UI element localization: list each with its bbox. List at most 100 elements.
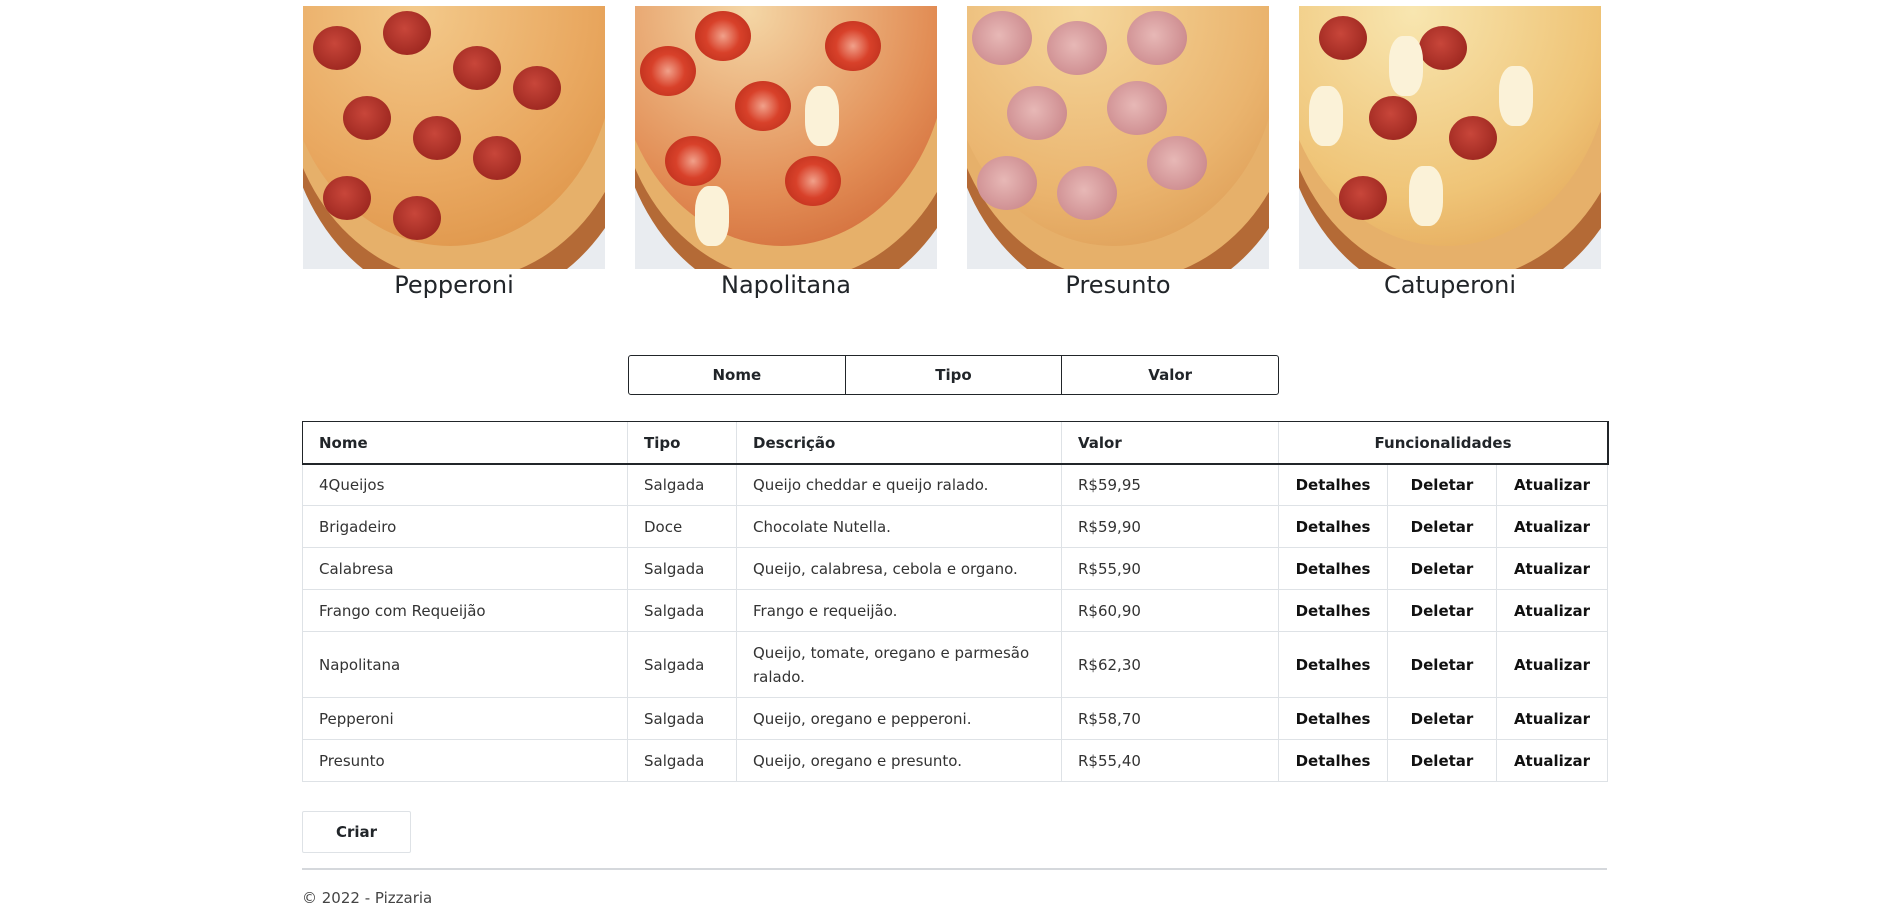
catupiry-drip <box>1499 66 1533 126</box>
detalhes-button[interactable]: Detalhes <box>1278 589 1388 632</box>
tomato-slice <box>785 156 841 206</box>
pepperoni-slice <box>313 26 361 70</box>
cell-nome: 4Queijos <box>302 463 628 506</box>
table-row: Brigadeiro Doce Chocolate Nutella. R$59,… <box>302 505 1609 548</box>
ham-slice <box>1057 166 1117 220</box>
ham-slice <box>977 156 1037 210</box>
pepperoni-slice <box>383 11 431 55</box>
deletar-button[interactable]: Deletar <box>1387 739 1497 782</box>
ham-slice <box>972 11 1032 65</box>
catupiry-drip <box>1389 36 1423 96</box>
ham-slice <box>1127 11 1187 65</box>
header-valor: Valor <box>1061 421 1279 464</box>
ham-slice <box>1047 21 1107 75</box>
deletar-button[interactable]: Deletar <box>1387 505 1497 548</box>
pizza-name: Pepperoni <box>394 271 514 299</box>
atualizar-button[interactable]: Atualizar <box>1495 739 1609 782</box>
pizza-image[interactable] <box>635 6 937 269</box>
cell-valor: R$55,90 <box>1061 547 1279 590</box>
table-header-row: Nome Tipo Descrição Valor Funcionalidade… <box>301 420 1609 465</box>
deletar-button[interactable]: Deletar <box>1387 547 1497 590</box>
pepperoni-slice <box>1419 26 1467 70</box>
pizza-card-napolitana[interactable]: Napolitana <box>635 6 937 299</box>
cell-nome: Brigadeiro <box>302 505 628 548</box>
cell-valor: R$55,40 <box>1061 739 1279 782</box>
cell-tipo: Salgada <box>627 739 737 782</box>
atualizar-button[interactable]: Atualizar <box>1495 505 1609 548</box>
ham-slice <box>1107 81 1167 135</box>
footer-copyright: © 2022 - Pizzaria <box>302 889 433 907</box>
detalhes-button[interactable]: Detalhes <box>1278 739 1388 782</box>
sort-by-nome-button[interactable]: Nome <box>629 356 846 394</box>
pepperoni-slice <box>393 196 441 240</box>
pizza-gallery: Pepperoni Napolitana Presunto Catuperoni <box>303 6 1605 299</box>
detalhes-button[interactable]: Detalhes <box>1278 463 1388 506</box>
pepperoni-slice <box>453 46 501 90</box>
deletar-button[interactable]: Deletar <box>1387 463 1497 506</box>
pizza-card-pepperoni[interactable]: Pepperoni <box>303 6 605 299</box>
cell-valor: R$59,95 <box>1061 463 1279 506</box>
pepperoni-slice <box>343 96 391 140</box>
cell-nome: Pepperoni <box>302 697 628 740</box>
atualizar-button[interactable]: Atualizar <box>1495 547 1609 590</box>
sort-by-valor-button[interactable]: Valor <box>1062 356 1278 394</box>
tomato-slice <box>640 46 696 96</box>
pizza-image[interactable] <box>303 6 605 269</box>
cell-descricao: Chocolate Nutella. <box>736 505 1062 548</box>
tomato-slice <box>695 11 751 61</box>
cell-nome: Calabresa <box>302 547 628 590</box>
cell-descricao: Queijo, oregano e pepperoni. <box>736 697 1062 740</box>
deletar-button[interactable]: Deletar <box>1387 589 1497 632</box>
ham-slice <box>1007 86 1067 140</box>
detalhes-button[interactable]: Detalhes <box>1278 697 1388 740</box>
table-row: 4Queijos Salgada Queijo cheddar e queijo… <box>302 463 1609 506</box>
pizza-image[interactable] <box>1299 6 1601 269</box>
cell-tipo: Salgada <box>627 589 737 632</box>
cell-valor: R$58,70 <box>1061 697 1279 740</box>
cell-descricao: Queijo, calabresa, cebola e organo. <box>736 547 1062 590</box>
atualizar-button[interactable]: Atualizar <box>1495 589 1609 632</box>
detalhes-button[interactable]: Detalhes <box>1278 547 1388 590</box>
atualizar-button[interactable]: Atualizar <box>1495 631 1609 698</box>
tomato-slice <box>735 81 791 131</box>
cell-descricao: Queijo, tomate, oregano e parmesão ralad… <box>736 631 1062 698</box>
detalhes-button[interactable]: Detalhes <box>1278 631 1388 698</box>
deletar-button[interactable]: Deletar <box>1387 697 1497 740</box>
table-row: Calabresa Salgada Queijo, calabresa, ceb… <box>302 547 1609 590</box>
deletar-button[interactable]: Deletar <box>1387 631 1497 698</box>
sort-by-tipo-button[interactable]: Tipo <box>846 356 1063 394</box>
cell-tipo: Salgada <box>627 697 737 740</box>
cell-tipo: Salgada <box>627 547 737 590</box>
pizza-card-catuperoni[interactable]: Catuperoni <box>1299 6 1601 299</box>
cell-descricao: Queijo cheddar e queijo ralado. <box>736 463 1062 506</box>
pizza-name: Presunto <box>1065 271 1171 299</box>
table-row: Pepperoni Salgada Queijo, oregano e pepp… <box>302 697 1609 740</box>
pizza-card-presunto[interactable]: Presunto <box>967 6 1269 299</box>
table-row: Presunto Salgada Queijo, oregano e presu… <box>302 739 1609 782</box>
header-tipo: Tipo <box>627 421 737 464</box>
page: Pepperoni Napolitana Presunto Catuperoni… <box>0 0 1897 918</box>
cell-tipo: Doce <box>627 505 737 548</box>
pepperoni-slice <box>323 176 371 220</box>
ham-slice <box>1147 136 1207 190</box>
table-row: Frango com Requeijão Salgada Frango e re… <box>302 589 1609 632</box>
cell-tipo: Salgada <box>627 463 737 506</box>
pepperoni-slice <box>1319 16 1367 60</box>
cell-nome: Napolitana <box>302 631 628 698</box>
table-row: Napolitana Salgada Queijo, tomate, orega… <box>302 631 1609 698</box>
pizza-image[interactable] <box>967 6 1269 269</box>
cell-valor: R$62,30 <box>1061 631 1279 698</box>
header-nome: Nome <box>302 421 628 464</box>
sort-button-group: Nome Tipo Valor <box>628 355 1279 395</box>
atualizar-button[interactable]: Atualizar <box>1495 697 1609 740</box>
cell-valor: R$59,90 <box>1061 505 1279 548</box>
criar-button[interactable]: Criar <box>302 811 411 853</box>
cell-tipo: Salgada <box>627 631 737 698</box>
pizza-name: Catuperoni <box>1384 271 1516 299</box>
cell-descricao: Queijo, oregano e presunto. <box>736 739 1062 782</box>
pepperoni-slice <box>513 66 561 110</box>
pepperoni-slice <box>473 136 521 180</box>
detalhes-button[interactable]: Detalhes <box>1278 505 1388 548</box>
atualizar-button[interactable]: Atualizar <box>1495 463 1609 506</box>
header-funcionalidades: Funcionalidades <box>1278 421 1609 464</box>
